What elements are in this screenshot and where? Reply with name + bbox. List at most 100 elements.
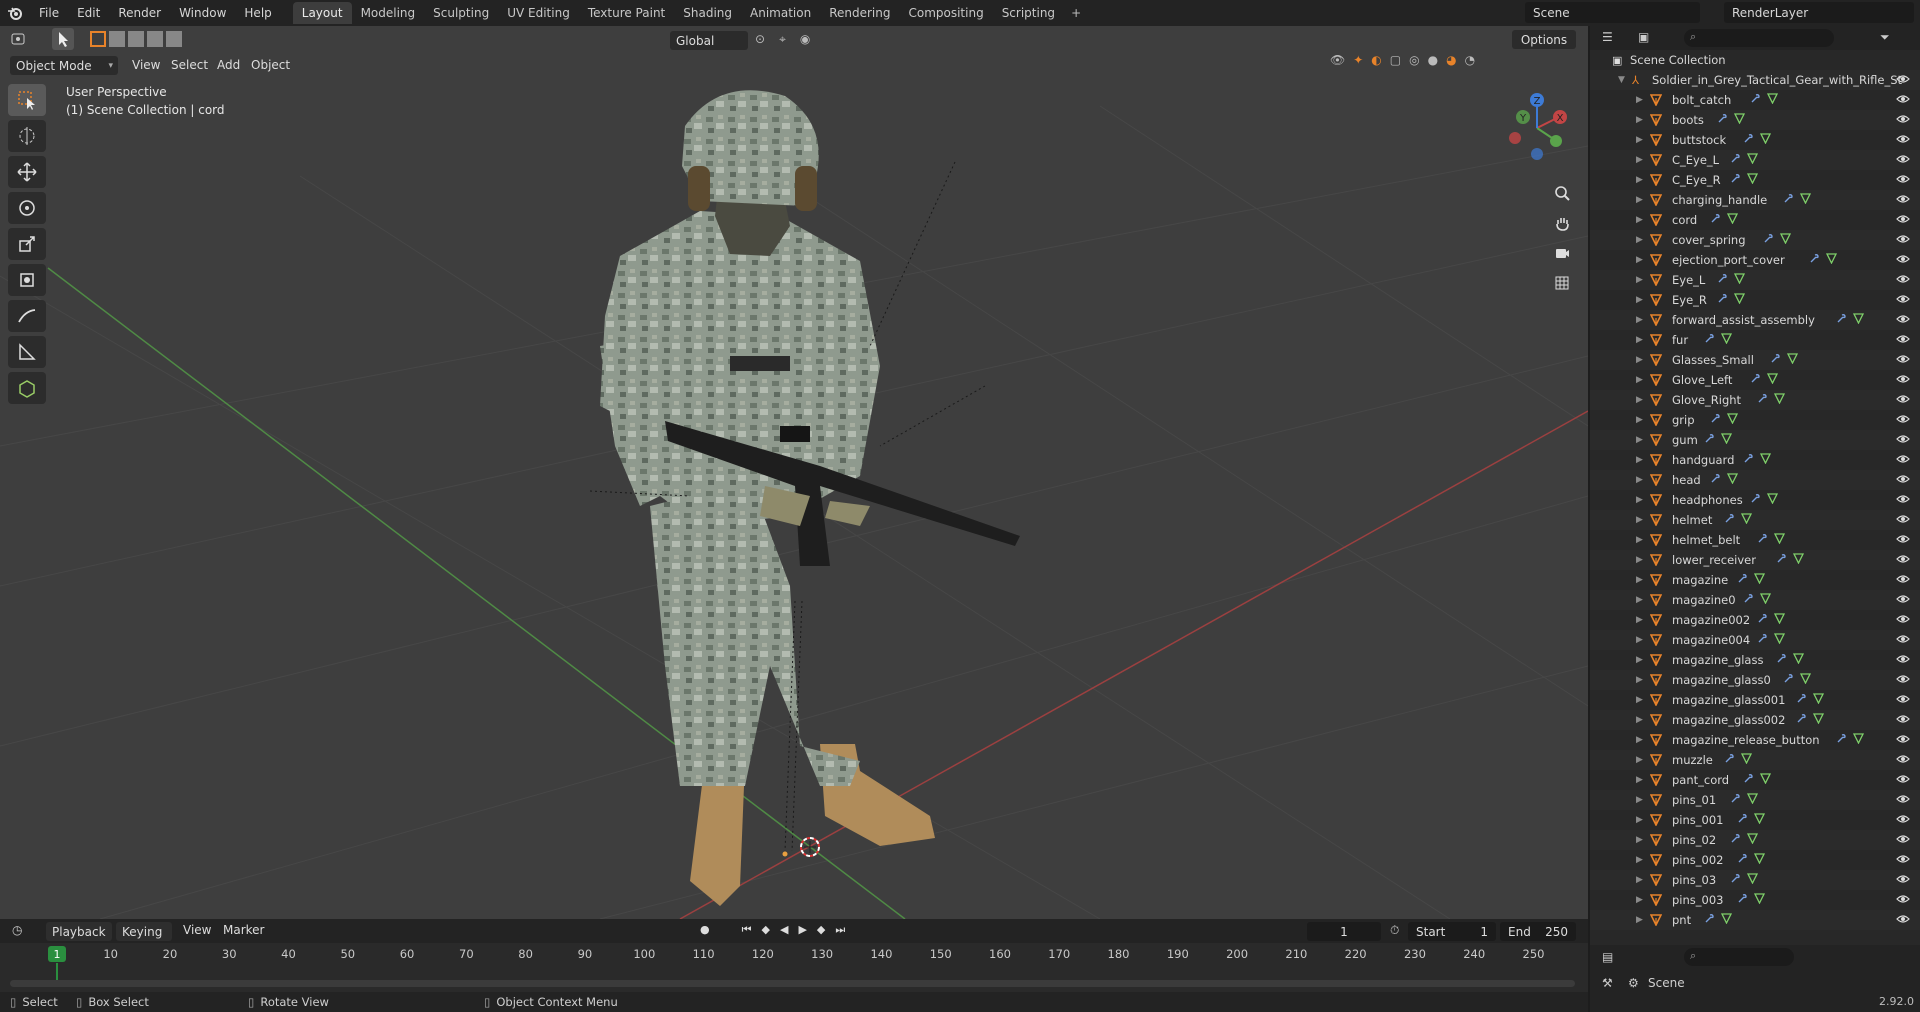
- expand-arrow-icon[interactable]: ▶: [1636, 175, 1643, 185]
- outliner-row[interactable]: ▶ pins_003: [1590, 890, 1920, 910]
- expand-arrow-icon[interactable]: ▶: [1636, 615, 1643, 625]
- end-frame-field[interactable]: End 250: [1500, 922, 1576, 941]
- modifier-wrench-icon[interactable]: [1737, 813, 1748, 827]
- options-dropdown[interactable]: Options: [1512, 30, 1576, 49]
- modifier-wrench-icon[interactable]: [1737, 853, 1748, 867]
- add-workspace-icon[interactable]: +: [1064, 2, 1088, 24]
- mesh-data-icon[interactable]: [1766, 373, 1779, 387]
- outliner-row[interactable]: ▶ magazine004: [1590, 630, 1920, 650]
- expand-arrow-icon[interactable]: ▶: [1636, 215, 1643, 225]
- outliner-row[interactable]: ▶ Eye_R: [1590, 290, 1920, 310]
- modifier-wrench-icon[interactable]: [1730, 793, 1741, 807]
- playback-dropdown[interactable]: Playback: [46, 922, 112, 941]
- timeline-menu-marker[interactable]: Marker: [223, 923, 264, 937]
- outliner-row[interactable]: ▶ boots: [1590, 110, 1920, 130]
- subtract-selection-icon[interactable]: [128, 31, 144, 47]
- modifier-wrench-icon[interactable]: [1717, 113, 1728, 127]
- 3d-viewport[interactable]: Object Mode ▾ View Select Add Object Glo…: [0, 26, 1588, 919]
- modifier-wrench-icon[interactable]: [1704, 913, 1715, 927]
- outliner-row[interactable]: ▶ magazine_glass0: [1590, 670, 1920, 690]
- cursor-tool[interactable]: [8, 120, 46, 152]
- modifier-wrench-icon[interactable]: [1770, 353, 1781, 367]
- rotate-tool[interactable]: [8, 192, 46, 224]
- outliner-row[interactable]: ▶ pins_01: [1590, 790, 1920, 810]
- mesh-data-icon[interactable]: [1780, 233, 1792, 247]
- expand-arrow-icon[interactable]: ▶: [1636, 675, 1643, 685]
- wireframe-shading-icon[interactable]: ◎: [1409, 53, 1419, 67]
- tab-uv-editing[interactable]: UV Editing: [498, 2, 579, 24]
- properties-editor-icon[interactable]: ▤: [1602, 950, 1613, 964]
- expand-arrow-icon[interactable]: ▶: [1636, 415, 1643, 425]
- current-frame-field[interactable]: 1: [1307, 922, 1381, 941]
- outliner-editor-icon[interactable]: ☰: [1602, 30, 1613, 44]
- mesh-data-icon[interactable]: [1753, 573, 1765, 587]
- expand-arrow-icon[interactable]: ▶: [1636, 815, 1643, 825]
- tab-compositing[interactable]: Compositing: [899, 2, 992, 24]
- expand-arrow-icon[interactable]: ▶: [1636, 515, 1643, 525]
- mesh-data-icon[interactable]: [1799, 673, 1812, 687]
- expand-arrow-icon[interactable]: ▶: [1636, 435, 1643, 445]
- mesh-data-icon[interactable]: [1799, 193, 1812, 207]
- mesh-data-icon[interactable]: [1852, 733, 1864, 747]
- expand-arrow-icon[interactable]: ▶: [1636, 915, 1643, 925]
- visibility-eye-icon[interactable]: [1896, 453, 1910, 467]
- gizmo-icon[interactable]: ✦: [1353, 53, 1363, 67]
- zoom-icon[interactable]: [1548, 180, 1576, 206]
- visibility-eye-icon[interactable]: [1896, 433, 1910, 447]
- editor-type-icon[interactable]: [10, 31, 32, 49]
- outliner-row[interactable]: ▶ C_Eye_R: [1590, 170, 1920, 190]
- menu-window[interactable]: Window: [170, 0, 235, 26]
- modifier-wrench-icon[interactable]: [1743, 593, 1754, 607]
- move-tool[interactable]: [8, 156, 46, 188]
- selection-mode-buttons[interactable]: [90, 31, 182, 47]
- tab-modeling[interactable]: Modeling: [352, 2, 425, 24]
- outliner-scene-collection[interactable]: ▣ Scene Collection: [1590, 50, 1920, 70]
- mesh-data-icon[interactable]: [1720, 913, 1732, 927]
- modifier-wrench-icon[interactable]: [1737, 893, 1748, 907]
- modifier-wrench-icon[interactable]: [1717, 273, 1728, 287]
- modifier-wrench-icon[interactable]: [1730, 833, 1741, 847]
- visibility-eye-icon[interactable]: [1896, 493, 1910, 507]
- visibility-eye-icon[interactable]: [1896, 593, 1910, 607]
- visibility-eye-icon[interactable]: [1896, 913, 1910, 927]
- playhead[interactable]: 1: [48, 946, 66, 962]
- modifier-wrench-icon[interactable]: [1730, 873, 1741, 887]
- modifier-wrench-icon[interactable]: [1750, 373, 1761, 387]
- mesh-data-icon[interactable]: [1766, 93, 1779, 107]
- visibility-eye-icon[interactable]: [1896, 693, 1910, 707]
- visibility-eye-icon[interactable]: [1896, 833, 1910, 847]
- jump-start-icon[interactable]: ⏮: [742, 923, 752, 937]
- outliner-row[interactable]: ▶ charging_handle: [1590, 190, 1920, 210]
- visibility-eye-icon[interactable]: [1896, 553, 1910, 567]
- expand-arrow-icon[interactable]: ▶: [1636, 375, 1643, 385]
- snap-icon[interactable]: ⌖: [779, 32, 786, 47]
- outliner-row[interactable]: ▶ magazine: [1590, 570, 1920, 590]
- camera-icon[interactable]: [1548, 240, 1576, 266]
- properties-search-input[interactable]: ⌕: [1684, 948, 1794, 966]
- soldier-model[interactable]: [600, 90, 1020, 906]
- expand-arrow-icon[interactable]: ▶: [1636, 195, 1643, 205]
- visibility-eye-icon[interactable]: [1896, 773, 1910, 787]
- mesh-data-icon[interactable]: [1813, 713, 1825, 727]
- visibility-eye-icon[interactable]: [1896, 893, 1910, 907]
- mesh-data-icon[interactable]: [1760, 593, 1772, 607]
- visibility-eye-icon[interactable]: [1896, 813, 1910, 827]
- outliner-row[interactable]: ▶ pins_002: [1590, 850, 1920, 870]
- outliner-row[interactable]: ▶ bolt_catch: [1590, 90, 1920, 110]
- mesh-data-icon[interactable]: [1760, 133, 1772, 147]
- navigation-gizmo[interactable]: X Y Z: [1497, 86, 1577, 166]
- mesh-data-icon[interactable]: [1747, 173, 1759, 187]
- transform-tool[interactable]: [8, 264, 46, 296]
- outliner-parent-object[interactable]: ▼ ⅄ Soldier_in_Grey_Tactical_Gear_with_Rif…: [1590, 70, 1920, 90]
- mesh-data-icon[interactable]: [1773, 613, 1785, 627]
- mesh-data-icon[interactable]: [1747, 793, 1759, 807]
- expand-arrow-icon[interactable]: ▶: [1636, 115, 1643, 125]
- visibility-eye-icon[interactable]: [1896, 93, 1910, 107]
- visibility-eye-icon[interactable]: [1896, 113, 1910, 127]
- modifier-wrench-icon[interactable]: [1757, 613, 1768, 627]
- mesh-data-icon[interactable]: [1720, 333, 1732, 347]
- expand-arrow-icon[interactable]: ▶: [1636, 635, 1643, 645]
- outliner-row[interactable]: ▶ headphones: [1590, 490, 1920, 510]
- expand-arrow-icon[interactable]: ▶: [1636, 755, 1643, 765]
- scene-selector[interactable]: Scene: [1525, 2, 1700, 23]
